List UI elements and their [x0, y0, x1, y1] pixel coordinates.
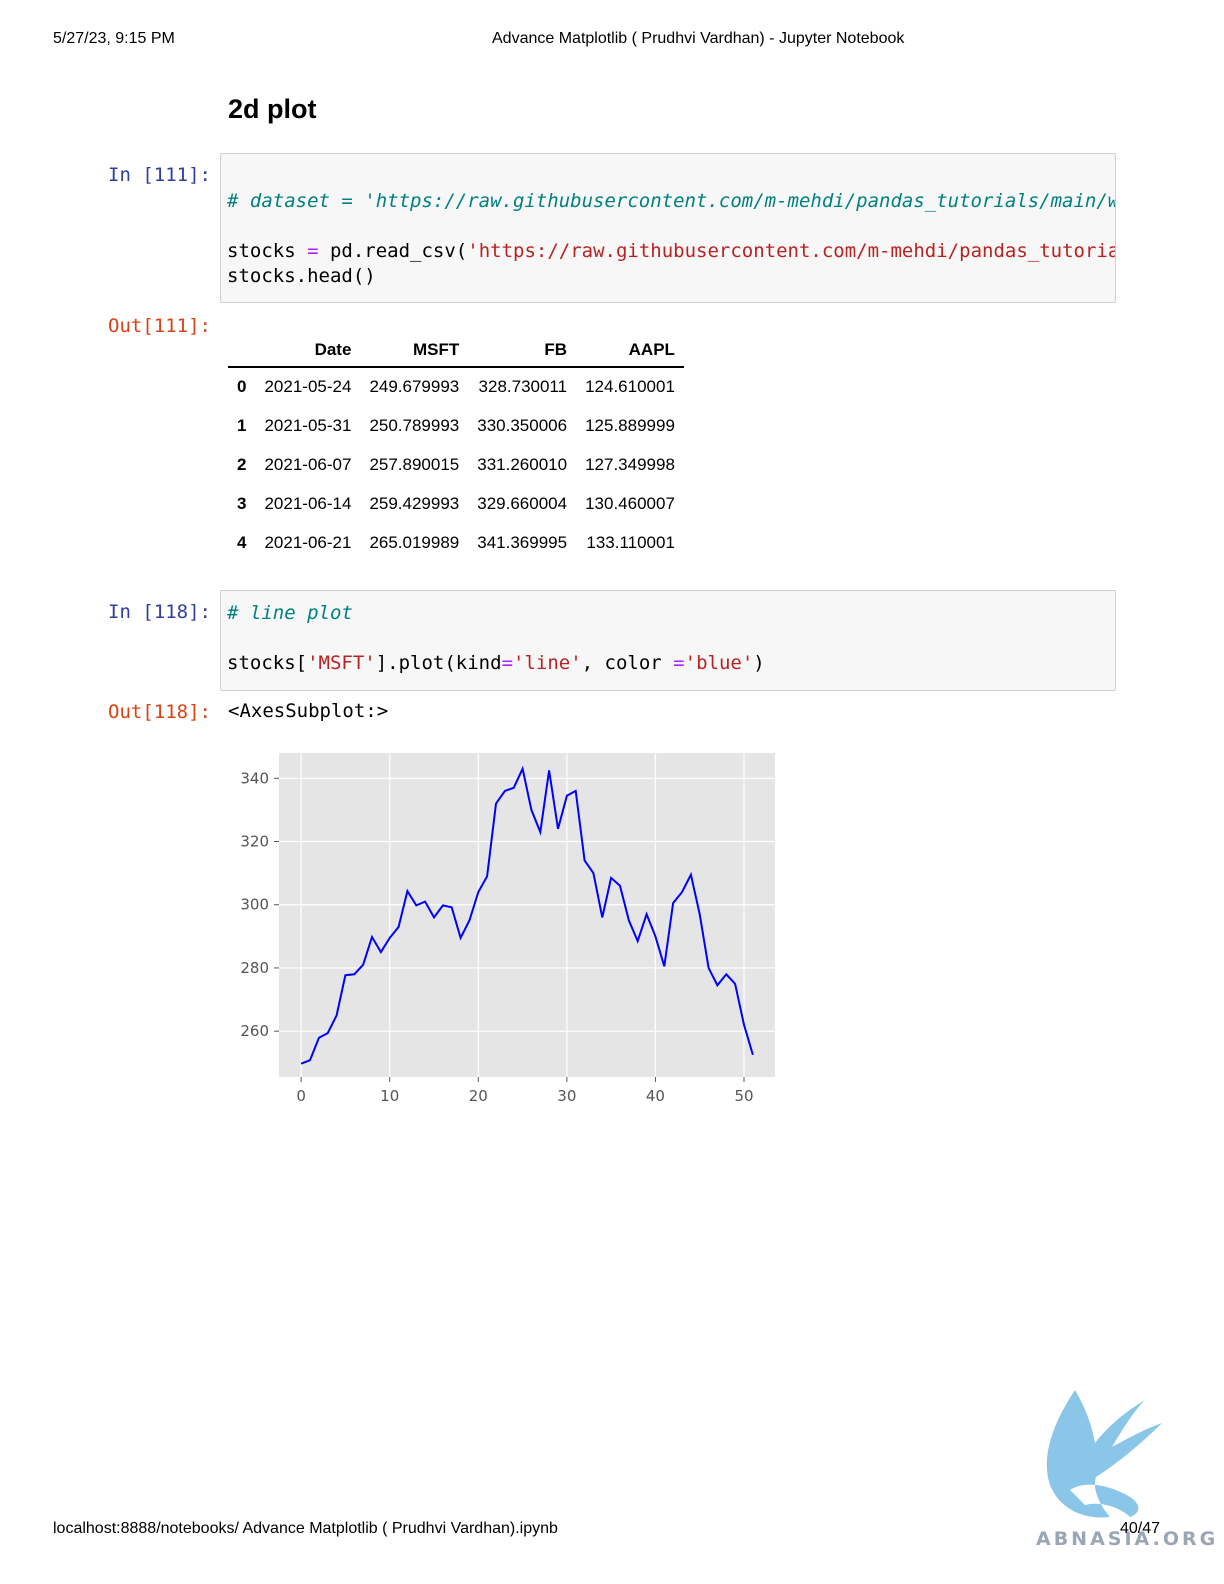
y-tick-label: 340 — [240, 769, 269, 787]
table-cell: 328.730011 — [478, 377, 568, 397]
code-token: stocks — [227, 240, 308, 262]
print-datetime: 5/27/23, 9:15 PM — [53, 30, 175, 47]
table-cell: 249.679993 — [369, 377, 460, 397]
table-cell: 2021-06-21 — [264, 532, 352, 552]
table-cell: 2021-05-31 — [264, 416, 352, 436]
row-index: 2 — [237, 454, 247, 474]
in-prompt-111: In [111]: — [108, 164, 211, 186]
table-cell: 124.610001 — [585, 377, 675, 397]
code-token: stocks[ — [227, 652, 308, 674]
table-cell: 329.660004 — [477, 493, 568, 513]
column-header: MSFT — [360, 333, 469, 368]
msft-line-chart: 0 10 20 30 40 50 260 280 300 320 340 — [240, 753, 775, 1105]
table-cell: 133.110001 — [586, 532, 675, 552]
table-cell: 127.349998 — [585, 454, 675, 474]
table-cell: 330.350006 — [477, 416, 568, 436]
table-cell: 265.019989 — [369, 532, 460, 552]
abnasia-logo — [1046, 1390, 1162, 1518]
row-index: 1 — [237, 416, 247, 436]
code-token: pd.read_csv( — [318, 240, 468, 262]
section-heading: 2d plot — [228, 94, 317, 124]
column-header: Date — [255, 333, 361, 368]
code-cell-111[interactable]: # dataset = 'https://raw.githubuserconte… — [220, 153, 1116, 303]
dataframe-table: Date MSFT FB AAPL 0 2021-05-24 249.67999… — [228, 333, 684, 562]
code-cell-118[interactable]: # line plot stocks['MSFT'].plot(kind='li… — [220, 590, 1116, 691]
column-header: FB — [468, 333, 577, 368]
out-prompt-111: Out[111]: — [108, 315, 211, 337]
table-cell: 2021-05-24 — [264, 377, 352, 397]
row-index: 0 — [237, 377, 247, 397]
code-string: 'https://raw.githubusercontent.com/m-meh… — [467, 240, 1116, 262]
table-cell: 125.889999 — [585, 416, 675, 436]
column-header: AAPL — [576, 333, 684, 368]
table-cell: 250.789993 — [369, 416, 460, 436]
table-row: 4 2021-06-21 265.019989 341.369995 133.1… — [228, 523, 684, 562]
code-string: 'line' — [513, 652, 582, 674]
table-cell: 130.460007 — [585, 493, 675, 513]
row-index: 4 — [237, 532, 247, 552]
code-operator: = — [501, 652, 514, 674]
code-token: , color — [581, 652, 674, 674]
y-tick-label: 280 — [240, 959, 269, 977]
code-token: ) — [753, 652, 765, 674]
table-cell: 257.890015 — [369, 454, 460, 474]
y-tick-label: 260 — [240, 1022, 269, 1040]
table-cell: 2021-06-14 — [264, 493, 352, 513]
table-cell: 331.260010 — [477, 454, 568, 474]
table-row: 1 2021-05-31 250.789993 330.350006 125.8… — [228, 407, 684, 446]
code-string: 'blue' — [684, 652, 754, 674]
row-index: 3 — [237, 493, 247, 513]
index-header — [228, 333, 256, 368]
x-tick-label: 40 — [646, 1087, 665, 1105]
code-editor-118[interactable]: # line plot stocks['MSFT'].plot(kind='li… — [221, 591, 1115, 676]
code-token: stocks.head() — [227, 265, 376, 287]
x-tick-label: 30 — [557, 1087, 576, 1105]
x-tick-label: 0 — [296, 1087, 306, 1105]
table-cell: 259.429993 — [369, 493, 460, 513]
print-title: Advance Matplotlib ( Prudhvi Vardhan) - … — [492, 30, 905, 47]
table-row: 0 2021-05-24 249.679993 328.730011 124.6… — [228, 367, 684, 407]
code-editor-111[interactable]: # dataset = 'https://raw.githubuserconte… — [221, 154, 1115, 289]
code-comment: # dataset = 'https://raw.githubuserconte… — [227, 190, 1116, 212]
y-tick-label: 320 — [240, 833, 269, 851]
code-token: ].plot(kind — [375, 652, 502, 674]
table-row: 3 2021-06-14 259.429993 329.660004 130.4… — [228, 484, 684, 523]
table-row: 2 2021-06-07 257.890015 331.260010 127.3… — [228, 446, 684, 485]
x-tick-label: 50 — [734, 1087, 753, 1105]
table-cell: 2021-06-07 — [264, 454, 352, 474]
y-tick-label: 300 — [240, 896, 269, 914]
page-number: 40/47 — [1120, 1520, 1161, 1537]
code-comment: # line plot — [227, 602, 353, 624]
print-url: localhost:8888/notebooks/ Advance Matplo… — [53, 1520, 558, 1537]
code-string: 'MSFT' — [307, 652, 376, 674]
code-operator: = — [673, 652, 685, 674]
in-prompt-118: In [118]: — [108, 601, 211, 623]
code-operator: = — [307, 240, 319, 262]
table-cell: 341.369995 — [477, 532, 568, 552]
x-tick-label: 10 — [380, 1087, 399, 1105]
logo-wing-shape — [1046, 1390, 1162, 1518]
table-header-row: Date MSFT FB AAPL — [228, 333, 684, 368]
axes-subplot-output: <AxesSubplot:> — [228, 700, 389, 722]
x-tick-label: 20 — [469, 1087, 488, 1105]
out-prompt-118: Out[118]: — [108, 701, 211, 723]
